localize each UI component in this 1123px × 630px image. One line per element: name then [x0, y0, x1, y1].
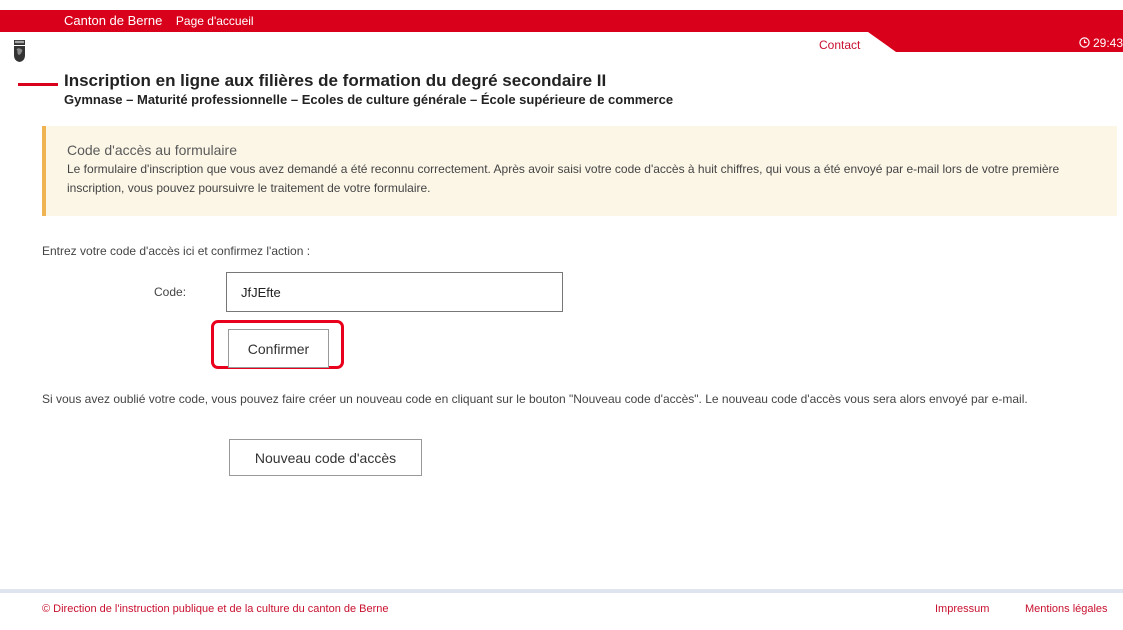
page-subtitle: Gymnase – Maturité professionnelle – Eco…: [64, 92, 674, 107]
top-nav: Canton de Berne Page d'accueil: [64, 13, 254, 28]
impressum-link[interactable]: Impressum: [935, 603, 989, 615]
footer-copyright: © Direction de l'instruction publique et…: [42, 603, 389, 615]
code-input[interactable]: [226, 272, 563, 312]
title-accent-line: [18, 83, 58, 86]
top-bar: Canton de Berne Page d'accueil: [0, 10, 1123, 32]
timer-value: 29:43: [1092, 36, 1123, 50]
page-title: Inscription en ligne aux filières de for…: [64, 71, 607, 90]
brand-link[interactable]: Canton de Berne: [64, 13, 162, 28]
code-label: Code:: [154, 285, 187, 299]
contact-link[interactable]: Contact: [819, 38, 860, 52]
notice-text: Le formulaire d'inscription que vous ave…: [67, 162, 1060, 195]
session-timer: 29:43: [1078, 36, 1123, 50]
notice-title: Code d'accès au formulaire: [67, 142, 237, 158]
legal-notice-link[interactable]: Mentions légales: [1025, 603, 1108, 615]
footer-divider: [0, 589, 1123, 593]
confirm-button[interactable]: Confirmer: [228, 329, 329, 368]
home-link[interactable]: Page d'accueil: [176, 14, 254, 28]
new-code-button[interactable]: Nouveau code d'accès: [229, 439, 422, 476]
forgot-code-text: Si vous avez oublié votre code, vous pou…: [42, 392, 1028, 406]
clock-icon: [1078, 36, 1093, 50]
bern-coat-of-arms-icon[interactable]: [14, 40, 25, 62]
info-notice: Code d'accès au formulaire Le formulaire…: [42, 126, 1117, 216]
code-instruction: Entrez votre code d'accès ici et confirm…: [42, 244, 311, 258]
